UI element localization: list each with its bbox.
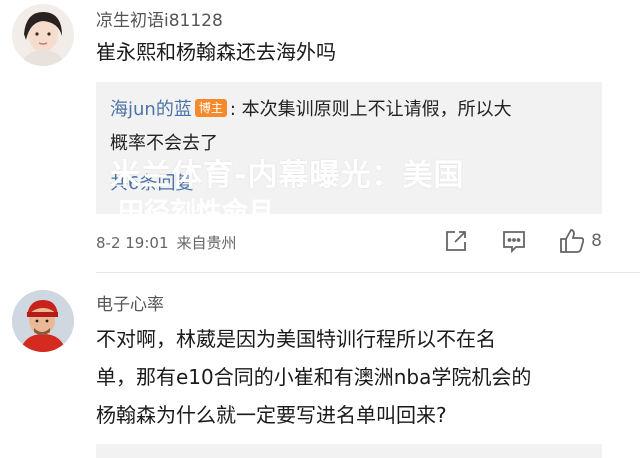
username[interactable]: 电子心率 [96,290,164,315]
reply-line-1: 海jun的蓝 博主: 本次集训原则上不让请假，所以大 [110,94,512,126]
avatar[interactable] [12,290,74,352]
comment-text: 不对啊，林葳是因为美国特训行程所以不在名 单，那有e10合同的小崔和有澳洲nba… [96,320,616,434]
comment-text-line: 单，那有e10合同的小崔和有澳洲nba学院机会的 [96,365,532,389]
comment-1: 凉生初语i81128 崔永熙和杨翰森还去海外吗 海jun的蓝 博主: 本次集训原则… [0,0,640,273]
reply-author[interactable]: 海jun的蓝 [110,99,192,120]
author-badge: 博主 [194,99,227,117]
divider [96,272,640,273]
like-count: 8 [591,231,602,251]
comment-icon[interactable] [499,226,529,256]
watermark-overlay-2: 田径刻性命月 [118,198,275,214]
comment-2: 电子心率 不对啊，林葳是因为美国特训行程所以不在名 单，那有e10合同的小崔和有… [0,280,640,458]
comment-text-line: 杨翰森为什么就一定要写进名单叫回来? [96,403,447,427]
comment-time: 8-2 19:01 [96,234,169,252]
reply-box[interactable] [96,444,602,458]
comment-text: 崔永熙和杨翰森还去海外吗 [96,40,336,64]
comment-meta: 8-2 19:01 来自贵州 [96,232,237,253]
share-icon[interactable] [441,226,471,256]
watermark-overlay: 米兰体育-内幕曝光：美国 [110,158,465,193]
comment-actions: 8 [413,226,602,256]
username[interactable]: 凉生初语i81128 [96,6,223,31]
reply-text: : 本次集训原则上不让请假，所以大 [229,99,512,120]
like-icon[interactable] [557,226,587,256]
comment-location: 来自贵州 [176,234,237,252]
avatar[interactable] [12,4,74,66]
comment-text-line: 不对啊，林葳是因为美国特训行程所以不在名 [96,327,496,351]
